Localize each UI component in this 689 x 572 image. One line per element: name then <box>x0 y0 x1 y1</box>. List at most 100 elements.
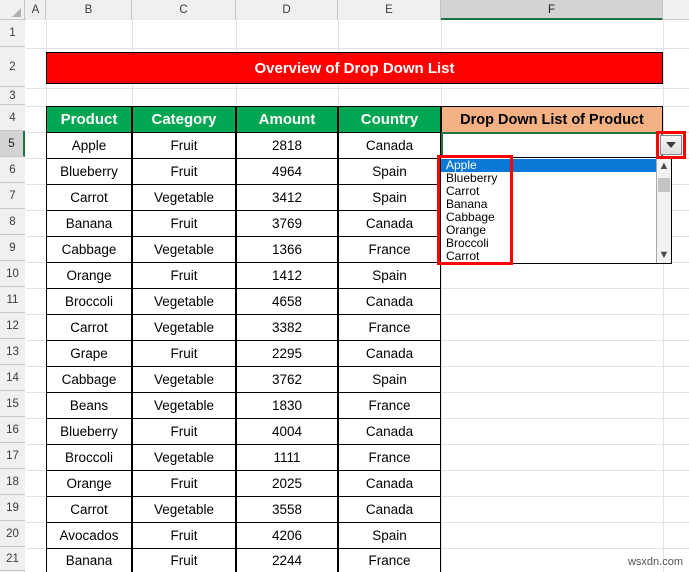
row-header-16[interactable]: 16 <box>0 417 25 443</box>
row-header-6[interactable]: 6 <box>0 157 25 183</box>
table-cell-r6-c0[interactable]: Blueberry <box>46 158 132 185</box>
active-cell-f5[interactable] <box>441 132 663 159</box>
table-cell-r15-c2[interactable]: 1830 <box>236 392 338 419</box>
table-cell-r12-c2[interactable]: 3382 <box>236 314 338 341</box>
table-cell-r17-c1[interactable]: Vegetable <box>132 444 236 471</box>
table-cell-r16-c1[interactable]: Fruit <box>132 418 236 445</box>
table-cell-r12-c1[interactable]: Vegetable <box>132 314 236 341</box>
table-cell-r16-c0[interactable]: Blueberry <box>46 418 132 445</box>
row-header-9[interactable]: 9 <box>0 235 25 261</box>
table-cell-r13-c3[interactable]: Canada <box>338 340 441 367</box>
table-cell-r19-c3[interactable]: Canada <box>338 496 441 523</box>
table-cell-r10-c1[interactable]: Fruit <box>132 262 236 289</box>
row-header-13[interactable]: 13 <box>0 339 25 365</box>
row-header-20[interactable]: 20 <box>0 521 25 547</box>
table-cell-r12-c3[interactable]: France <box>338 314 441 341</box>
table-cell-r19-c2[interactable]: 3558 <box>236 496 338 523</box>
table-cell-r17-c0[interactable]: Broccoli <box>46 444 132 471</box>
table-cell-r10-c2[interactable]: 1412 <box>236 262 338 289</box>
table-cell-r12-c0[interactable]: Carrot <box>46 314 132 341</box>
column-header-d[interactable]: D <box>236 0 338 20</box>
table-cell-r14-c3[interactable]: Spain <box>338 366 441 393</box>
table-cell-r16-c3[interactable]: Canada <box>338 418 441 445</box>
table-cell-r15-c1[interactable]: Vegetable <box>132 392 236 419</box>
table-cell-r7-c2[interactable]: 3412 <box>236 184 338 211</box>
table-cell-r10-c0[interactable]: Orange <box>46 262 132 289</box>
table-cell-r7-c3[interactable]: Spain <box>338 184 441 211</box>
row-header-7[interactable]: 7 <box>0 183 25 209</box>
table-header-country[interactable]: Country <box>338 106 441 133</box>
table-cell-r11-c1[interactable]: Vegetable <box>132 288 236 315</box>
column-header-e[interactable]: E <box>338 0 441 20</box>
table-cell-r14-c2[interactable]: 3762 <box>236 366 338 393</box>
row-header-19[interactable]: 19 <box>0 495 25 521</box>
table-cell-r19-c1[interactable]: Vegetable <box>132 496 236 523</box>
dropdown-toggle-button[interactable] <box>660 135 682 155</box>
row-header-17[interactable]: 17 <box>0 443 25 469</box>
table-cell-r14-c1[interactable]: Vegetable <box>132 366 236 393</box>
table-cell-r18-c3[interactable]: Canada <box>338 470 441 497</box>
table-header-dropdown-list-of-product[interactable]: Drop Down List of Product <box>441 106 663 133</box>
table-cell-r11-c0[interactable]: Broccoli <box>46 288 132 315</box>
table-cell-r8-c2[interactable]: 3769 <box>236 210 338 237</box>
column-header-f[interactable]: F <box>441 0 663 20</box>
row-header-3[interactable]: 3 <box>0 87 25 105</box>
table-cell-r8-c0[interactable]: Banana <box>46 210 132 237</box>
row-header-4[interactable]: 4 <box>0 105 25 131</box>
table-cell-r21-c1[interactable]: Fruit <box>132 548 236 572</box>
scrollbar-thumb[interactable] <box>658 178 670 192</box>
table-cell-r10-c3[interactable]: Spain <box>338 262 441 289</box>
table-cell-r9-c3[interactable]: France <box>338 236 441 263</box>
table-cell-r15-c3[interactable]: France <box>338 392 441 419</box>
dropdown-item-carrot-7[interactable]: Carrot <box>443 250 643 263</box>
row-header-18[interactable]: 18 <box>0 469 25 495</box>
row-header-11[interactable]: 11 <box>0 287 25 313</box>
table-cell-r5-c3[interactable]: Canada <box>338 132 441 159</box>
table-cell-r17-c2[interactable]: 1111 <box>236 444 338 471</box>
table-cell-r19-c0[interactable]: Carrot <box>46 496 132 523</box>
table-header-product[interactable]: Product <box>46 106 132 133</box>
table-cell-r21-c0[interactable]: Banana <box>46 548 132 572</box>
scrollbar-up-arrow[interactable]: ▲ <box>657 158 671 174</box>
row-header-12[interactable]: 12 <box>0 313 25 339</box>
row-header-14[interactable]: 14 <box>0 365 25 391</box>
table-cell-r15-c0[interactable]: Beans <box>46 392 132 419</box>
table-cell-r21-c3[interactable]: France <box>338 548 441 572</box>
dropdown-list-panel[interactable]: Apple Blueberry Carrot Banana Cabbage Orange B… <box>440 157 672 264</box>
table-cell-r7-c1[interactable]: Vegetable <box>132 184 236 211</box>
table-cell-r20-c2[interactable]: 4206 <box>236 522 338 549</box>
table-cell-r21-c2[interactable]: 2244 <box>236 548 338 572</box>
row-header-5[interactable]: 5 <box>0 131 25 157</box>
table-cell-r6-c2[interactable]: 4964 <box>236 158 338 185</box>
table-cell-r20-c1[interactable]: Fruit <box>132 522 236 549</box>
table-cell-r5-c1[interactable]: Fruit <box>132 132 236 159</box>
table-cell-r9-c2[interactable]: 1366 <box>236 236 338 263</box>
table-cell-r6-c1[interactable]: Fruit <box>132 158 236 185</box>
table-cell-r5-c0[interactable]: Apple <box>46 132 132 159</box>
table-cell-r18-c1[interactable]: Fruit <box>132 470 236 497</box>
column-header-c[interactable]: C <box>132 0 236 20</box>
table-cell-r17-c3[interactable]: France <box>338 444 441 471</box>
select-all-corner[interactable] <box>0 0 25 20</box>
row-header-21[interactable]: 21 <box>0 547 25 571</box>
table-cell-r9-c0[interactable]: Cabbage <box>46 236 132 263</box>
table-cell-r18-c0[interactable]: Orange <box>46 470 132 497</box>
row-header-2[interactable]: 2 <box>0 47 25 87</box>
table-cell-r20-c0[interactable]: Avocados <box>46 522 132 549</box>
row-header-15[interactable]: 15 <box>0 391 25 417</box>
table-cell-r20-c3[interactable]: Spain <box>338 522 441 549</box>
table-cell-r8-c3[interactable]: Canada <box>338 210 441 237</box>
dropdown-scrollbar[interactable]: ▲ ▼ <box>656 158 671 263</box>
row-header-8[interactable]: 8 <box>0 209 25 235</box>
table-cell-r7-c0[interactable]: Carrot <box>46 184 132 211</box>
row-header-10[interactable]: 10 <box>0 261 25 287</box>
table-cell-r8-c1[interactable]: Fruit <box>132 210 236 237</box>
table-cell-r18-c2[interactable]: 2025 <box>236 470 338 497</box>
table-cell-r16-c2[interactable]: 4004 <box>236 418 338 445</box>
column-header-a[interactable]: A <box>26 0 46 20</box>
row-header-1[interactable]: 1 <box>0 20 25 47</box>
table-cell-r6-c3[interactable]: Spain <box>338 158 441 185</box>
table-cell-r9-c1[interactable]: Vegetable <box>132 236 236 263</box>
table-cell-r5-c2[interactable]: 2818 <box>236 132 338 159</box>
table-cell-r14-c0[interactable]: Cabbage <box>46 366 132 393</box>
